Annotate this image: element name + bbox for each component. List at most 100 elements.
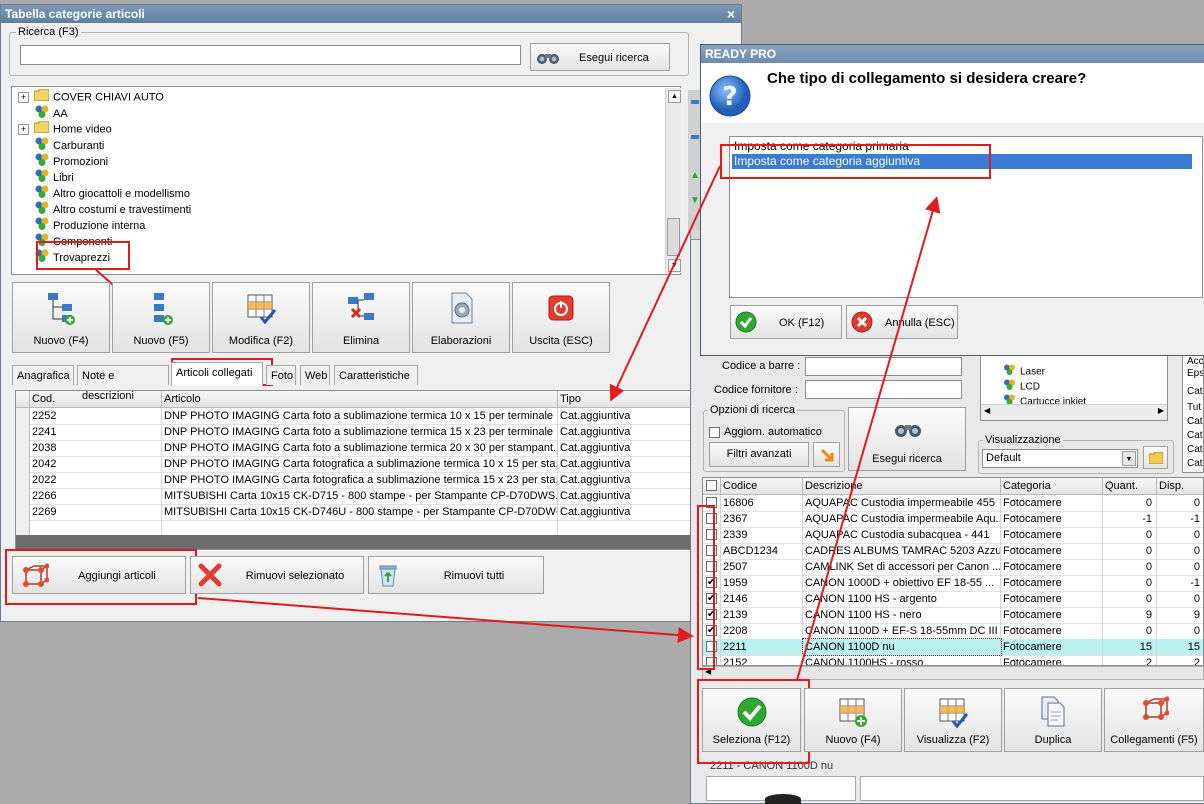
table-row[interactable]: 1959CANON 1000D + obiettivo EF 18-55 ...… <box>703 575 1203 592</box>
table-row[interactable]: 2252 DNP PHOTO IMAGING Carta foto a subli… <box>16 408 690 425</box>
toolbar-button-4[interactable]: Elaborazioni <box>412 282 510 353</box>
tree-item[interactable]: Altro costumi e travestimenti <box>18 201 191 217</box>
tab-4[interactable]: Web <box>300 365 330 385</box>
tree-item[interactable]: AA <box>18 105 68 121</box>
chevron-down-icon[interactable]: ▼ <box>1122 451 1136 466</box>
toolbar-button-0[interactable]: Nuovo (F4) <box>12 282 110 353</box>
search-input[interactable] <box>20 45 521 65</box>
expand-icon[interactable]: + <box>18 92 29 103</box>
tree-item[interactable]: LCD <box>1003 379 1040 394</box>
table-cell: 0 <box>1103 575 1157 591</box>
tree-item[interactable]: + COVER CHIAVI AUTO <box>18 88 164 105</box>
table-row[interactable]: 2139CANON 1100 HS - neroFotocamere99 <box>703 607 1203 624</box>
table-cell: 0 <box>1103 495 1157 511</box>
articles-toolbar-button-0[interactable]: Seleziona (F12) <box>702 688 801 752</box>
table-row[interactable]: ABCD1234 CADRES ALBUMS TAMRAC 5203 Azzurr… <box>703 543 1203 560</box>
table-cell: 0 <box>1103 543 1157 559</box>
bottom-button-2[interactable]: Rimuovi tutti <box>368 556 544 594</box>
table-row[interactable]: 2269 MITSUBISHI Carta 10x15 CK-D746U - 80… <box>16 504 690 521</box>
linked-articles-grid[interactable]: Cod. Articolo Tipo 2252 DNP PHOTO IMAGING C… <box>15 390 691 550</box>
green-arrow-up-icon[interactable]: ▲ <box>690 170 700 181</box>
grid-header-cell[interactable]: Tipo <box>558 391 690 407</box>
articles-toolbar-button-1[interactable]: Nuovo (F4) <box>804 688 902 752</box>
toolbar-button-3[interactable]: Elimina <box>312 282 410 353</box>
select-all-checkbox[interactable] <box>706 480 717 491</box>
toolbar-button-label: Nuovo (F4) <box>33 335 89 347</box>
tree-child-add-icon <box>144 291 178 325</box>
tree-item-label: LCD <box>1020 381 1041 393</box>
close-icon[interactable]: × <box>727 5 735 23</box>
articles-search-button[interactable]: Esegui ricerca <box>848 407 966 471</box>
table-row[interactable]: 2507 CAMLINK Set di accessori per Canon .… <box>703 559 1203 576</box>
table-row[interactable]: 2266 MITSUBISHI Carta 10x15 CK-D715 - 800… <box>16 488 690 505</box>
articles-toolbar-button-3[interactable]: Duplica <box>1004 688 1102 752</box>
ok-button[interactable]: OK (F12) <box>730 305 842 339</box>
tree-item[interactable]: Libri <box>18 169 74 185</box>
scroll-left-icon[interactable]: ◀ <box>984 406 990 415</box>
articles-grid-hscroll[interactable]: ◀ <box>702 666 1204 680</box>
table-row[interactable]: 2042 DNP PHOTO IMAGING Carta fotografica … <box>16 456 690 473</box>
cancel-button[interactable]: Annulla (ESC) <box>846 305 958 339</box>
tree-item[interactable]: Promozioni <box>18 153 108 169</box>
supplier-code-input[interactable] <box>805 380 962 399</box>
blue-tool-icon[interactable] <box>691 135 699 139</box>
grid-header-cell[interactable]: Disp. <box>1157 478 1203 494</box>
grid-header-cell[interactable]: Quant. <box>1103 478 1157 494</box>
articles-tree-hscroll[interactable]: ◀ ▶ <box>981 404 1167 420</box>
toolbar-button-5[interactable]: Uscita (ESC) <box>512 282 610 353</box>
tab-5[interactable]: Caratteristiche <box>334 365 418 385</box>
side-text: Cat <box>1187 458 1203 469</box>
toolbar-button-label: Visualizza (F2) <box>916 734 990 746</box>
table-row[interactable]: 2022 DNP PHOTO IMAGING Carta fotografica … <box>16 472 690 489</box>
table-row[interactable]: 2038 DNP PHOTO IMAGING Carta foto a subli… <box>16 440 690 457</box>
toolbar-button-1[interactable]: Nuovo (F5) <box>112 282 210 353</box>
grid-header-cell[interactable]: Descrizione <box>803 478 1001 494</box>
tree-delete-icon <box>344 291 378 325</box>
table-cell: -1 <box>1157 575 1203 591</box>
bottom-button-0[interactable]: Aggiungi articoli <box>12 556 186 594</box>
table-row[interactable]: 2339 AQUAPAC Custodia subacquea - 441 Foto… <box>703 527 1203 544</box>
table-row[interactable]: 2208CANON 1100D + EF-S 18-55mm DC IIIFot… <box>703 623 1203 640</box>
blue-tool-icon[interactable] <box>691 100 699 104</box>
tree-item[interactable]: + Home video <box>18 120 112 137</box>
barcode-input[interactable] <box>805 357 962 376</box>
tree-item[interactable]: Laser <box>1003 364 1045 379</box>
auto-update-checkbox[interactable] <box>709 427 720 438</box>
grid-header-cell[interactable]: Codice <box>721 478 803 494</box>
green-arrow-down-icon[interactable]: ▼ <box>690 195 700 206</box>
scroll-right-icon[interactable]: ▶ <box>1158 406 1164 415</box>
table-cell: CANON 1100HS - rosso <box>803 655 1001 665</box>
tree-item[interactable]: Produzione interna <box>18 217 145 233</box>
table-row[interactable]: 2367 AQUAPAC Custodia impermeabile Aqu...… <box>703 511 1203 528</box>
tab-3[interactable]: Foto <box>266 365 296 385</box>
articles-grid[interactable]: Codice Descrizione Categoria Quant. Disp. 16… <box>702 477 1204 666</box>
tab-1[interactable]: Note e descrizioni <box>77 365 169 402</box>
scroll-down-icon[interactable]: ▼ <box>668 259 681 272</box>
advanced-filters-button[interactable]: Filtri avanzati <box>709 442 809 467</box>
scroll-up-icon[interactable]: ▲ <box>668 90 681 103</box>
view-folder-button[interactable] <box>1143 446 1168 469</box>
view-select[interactable]: Default ▼ <box>982 449 1138 468</box>
tree-item[interactable]: Carburanti <box>18 137 104 153</box>
table-row[interactable]: 16806 AQUAPAC Custodia impermeabile 455 Fo… <box>703 495 1203 512</box>
table-row[interactable]: 2152 CANON 1100HS - rosso Fotocamere 2 2 <box>703 655 1203 665</box>
articles-toolbar-button-4[interactable]: Collegamenti (F5) <box>1104 688 1204 752</box>
table-row[interactable]: 2241 DNP PHOTO IMAGING Carta foto a subli… <box>16 424 690 441</box>
tree-item[interactable]: Altro giocattoli e modellismo <box>18 185 190 201</box>
tab-2[interactable]: Articoli collegati <box>171 362 263 386</box>
table-row[interactable]: 2211 CANON 1100D nu Fotocamere 15 15 <box>703 638 1203 656</box>
scroll-thumb[interactable] <box>667 218 680 256</box>
tree-scrollbar[interactable]: ▲ ▼ <box>665 88 681 273</box>
grid-header-cell[interactable]: Articolo <box>162 391 558 407</box>
expand-icon[interactable]: + <box>18 124 29 135</box>
search-button[interactable]: Esegui ricerca <box>530 43 670 71</box>
table-cell: Cat.aggiuntiva <box>558 504 690 520</box>
table-row[interactable]: 2146CANON 1100 HS - argentoFotocamere00 <box>703 591 1203 608</box>
highlight-option <box>720 144 991 179</box>
grid-header-cell[interactable]: Categoria <box>1001 478 1103 494</box>
filter-arrow-button[interactable] <box>813 442 840 467</box>
bottom-button-1[interactable]: Rimuovi selezionato <box>190 556 364 594</box>
toolbar-button-2[interactable]: Modifica (F2) <box>212 282 310 353</box>
articles-toolbar-button-2[interactable]: Visualizza (F2) <box>904 688 1002 752</box>
tab-0[interactable]: Anagrafica <box>12 365 74 385</box>
